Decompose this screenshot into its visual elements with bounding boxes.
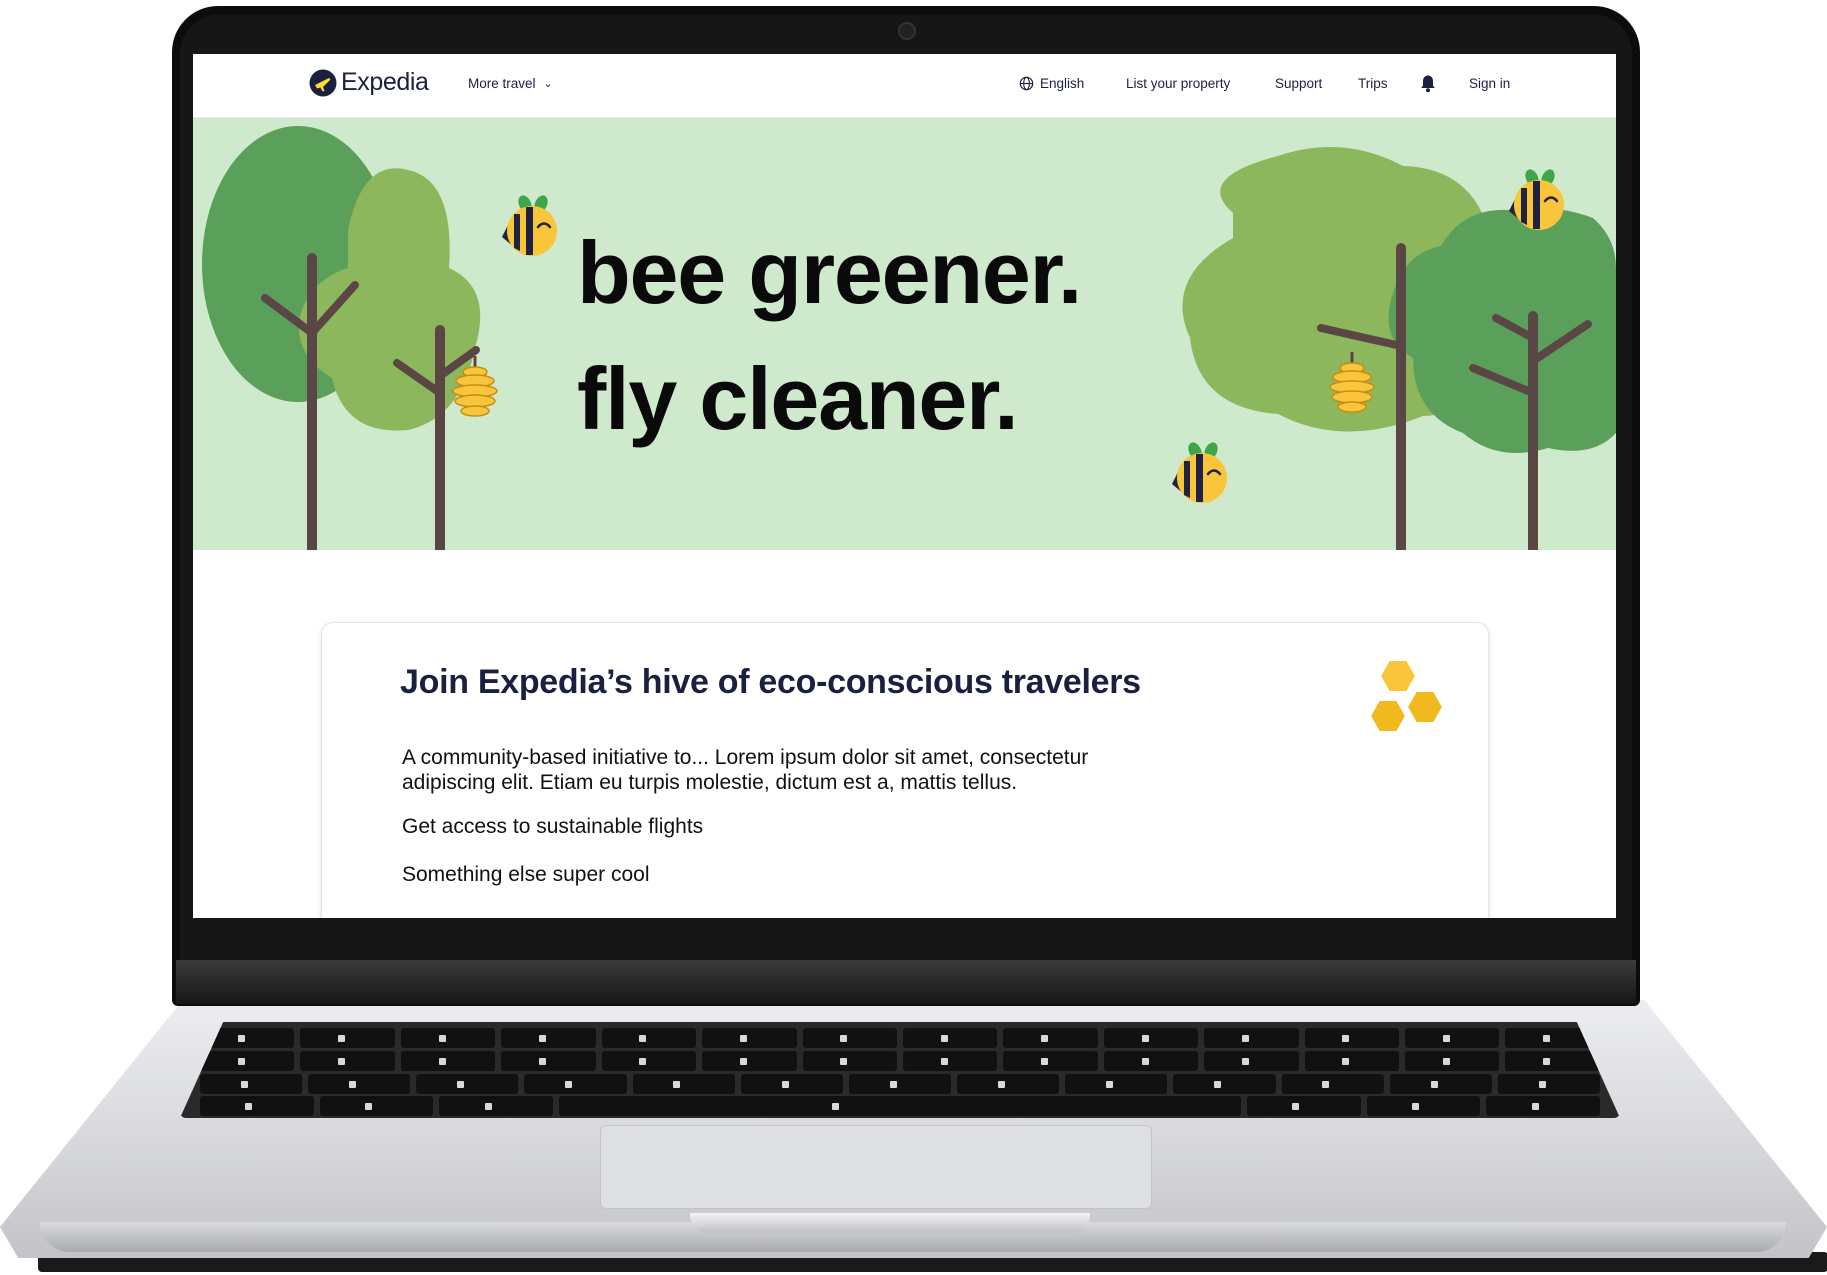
chevron-down-icon: ⌄	[543, 78, 553, 90]
trips-link[interactable]: Trips	[1358, 76, 1388, 91]
list-your-property-link[interactable]: List your property	[1126, 76, 1230, 91]
language-selector[interactable]: English	[1019, 76, 1084, 91]
webcam	[898, 22, 916, 40]
honeycomb-icon	[1368, 659, 1445, 733]
card-description: A community-based initiative to... Lorem…	[402, 746, 1089, 794]
logo-wordmark: Expedia	[341, 68, 429, 96]
community-card: Join Expedia’s hive of eco-conscious tra…	[321, 622, 1489, 918]
card-title: Join Expedia’s hive of eco-conscious tra…	[400, 663, 1141, 701]
laptop-trackpad	[600, 1125, 1152, 1209]
hero-banner: bee greener. fly cleaner.	[193, 118, 1616, 550]
expedia-logo-icon	[309, 69, 337, 96]
bee-icon	[500, 192, 559, 258]
hero-illustration	[202, 126, 1616, 550]
top-navigation: Expedia More travel ⌄ English List your p…	[193, 54, 1616, 118]
language-label: English	[1040, 76, 1085, 91]
more-travel-label: More travel	[468, 76, 536, 91]
laptop-keyboard	[180, 1022, 1620, 1118]
bell-icon[interactable]	[1420, 74, 1436, 93]
more-travel-menu[interactable]: More travel ⌄	[468, 76, 553, 91]
card-benefit-2: Something else super cool	[402, 863, 650, 886]
hero-headline-line-1: bee greener.	[577, 223, 1082, 322]
laptop-hinge	[176, 960, 1636, 1004]
hero-headline-line-2: fly cleaner.	[577, 349, 1019, 448]
laptop-lid-notch	[690, 1213, 1090, 1233]
laptop-screen: Expedia More travel ⌄ English List your p…	[193, 54, 1616, 918]
bee-icon	[1170, 439, 1229, 505]
tree-icon	[202, 126, 481, 550]
globe-icon	[1019, 76, 1034, 91]
expedia-logo[interactable]: Expedia	[309, 68, 429, 97]
support-link[interactable]: Support	[1275, 76, 1322, 91]
sign-in-link[interactable]: Sign in	[1469, 76, 1510, 91]
card-benefit-1: Get access to sustainable flights	[402, 815, 704, 838]
